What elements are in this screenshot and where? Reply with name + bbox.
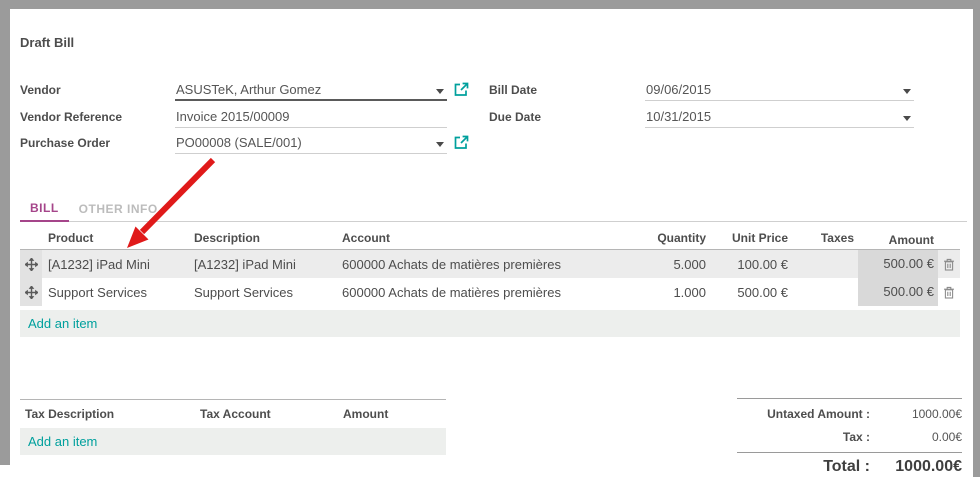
chevron-down-icon[interactable] — [903, 116, 911, 121]
vendor-field[interactable]: ASUSTeK, Arthur Gomez — [175, 80, 447, 101]
col-product: Product — [42, 231, 190, 245]
cell-quantity[interactable]: 1.000 — [635, 285, 710, 300]
bill-lines-header: Product Description Account Quantity Uni… — [20, 226, 960, 250]
col-tax-amount: Amount — [343, 407, 446, 421]
total-row: Total : 1000.00€ — [737, 458, 962, 476]
trash-icon[interactable] — [938, 278, 960, 306]
cell-unit-price[interactable]: 100.00 € — [710, 257, 792, 272]
cell-quantity[interactable]: 5.000 — [635, 257, 710, 272]
due-date-field[interactable]: 10/31/2015 — [645, 107, 914, 128]
backdrop-left — [0, 0, 10, 465]
handle-column-header — [20, 226, 42, 249]
page-title: Draft Bill — [20, 35, 74, 50]
add-item-link[interactable]: Add an item — [20, 310, 97, 337]
cell-description[interactable]: [A1232] iPad Mini — [190, 257, 338, 272]
drag-handle-icon[interactable] — [20, 250, 42, 278]
purchase-order-value: PO00008 (SALE/001) — [175, 133, 447, 150]
col-account: Account — [338, 231, 635, 245]
delete-column-header — [938, 226, 960, 249]
totals-panel: Untaxed Amount : 1000.00€ Tax : 0.00€ To… — [737, 398, 962, 476]
backdrop-top — [0, 0, 980, 9]
due-date-value: 10/31/2015 — [645, 107, 914, 124]
bill-date-label: Bill Date — [489, 83, 537, 97]
screen: Draft Bill Vendor ASUSTeK, Arthur Gomez … — [0, 0, 980, 477]
drag-handle-icon[interactable] — [20, 278, 42, 306]
cell-description[interactable]: Support Services — [190, 285, 338, 300]
cell-account[interactable]: 600000 Achats de matières premières — [338, 285, 635, 300]
tab-other-info[interactable]: OTHER INFO — [69, 198, 168, 221]
chevron-down-icon[interactable] — [903, 89, 911, 94]
external-link-icon[interactable] — [454, 135, 469, 150]
trash-icon[interactable] — [938, 250, 960, 278]
total-label: Total : — [737, 458, 880, 476]
backdrop-right — [973, 0, 980, 477]
untaxed-amount-row: Untaxed Amount : 1000.00€ — [737, 407, 962, 421]
vendor-reference-value: Invoice 2015/00009 — [175, 107, 447, 124]
tax-table: Tax Description Tax Account Amount Add a… — [20, 399, 446, 455]
untaxed-amount-label: Untaxed Amount : — [737, 407, 880, 421]
external-link-icon[interactable] — [454, 82, 469, 97]
cell-unit-price[interactable]: 500.00 € — [710, 285, 792, 300]
cell-product[interactable]: Support Services — [42, 285, 190, 300]
table-row[interactable]: Support Services Support Services 600000… — [20, 278, 960, 306]
tax-add-item-row: Add an item — [20, 428, 446, 455]
vendor-reference-label: Vendor Reference — [20, 110, 122, 124]
col-unit-price: Unit Price — [710, 231, 792, 245]
totals-divider — [737, 452, 962, 453]
vendor-value: ASUSTeK, Arthur Gomez — [175, 80, 447, 97]
cell-product[interactable]: [A1232] iPad Mini — [42, 257, 190, 272]
table-row[interactable]: [A1232] iPad Mini [A1232] iPad Mini 6000… — [20, 250, 960, 278]
add-item-link[interactable]: Add an item — [20, 428, 97, 455]
tax-value: 0.00€ — [880, 430, 962, 444]
vendor-label: Vendor — [20, 83, 61, 97]
untaxed-amount-value: 1000.00€ — [880, 407, 962, 421]
bill-add-item-row: Add an item — [20, 310, 960, 337]
tax-row: Tax : 0.00€ — [737, 430, 962, 444]
notebook-tabs: BILL OTHER INFO — [20, 200, 967, 222]
total-value: 1000.00€ — [880, 458, 962, 476]
chevron-down-icon[interactable] — [436, 142, 444, 147]
col-taxes: Taxes — [792, 231, 858, 245]
bill-lines-table: Product Description Account Quantity Uni… — [20, 226, 960, 306]
bill-date-field[interactable]: 09/06/2015 — [645, 80, 914, 101]
chevron-down-icon[interactable] — [436, 89, 444, 94]
tab-bill[interactable]: BILL — [20, 197, 69, 222]
draft-bill-form: Draft Bill Vendor ASUSTeK, Arthur Gomez … — [10, 9, 968, 477]
col-tax-description: Tax Description — [20, 407, 200, 421]
col-description: Description — [190, 231, 338, 245]
cell-amount: 500.00 € — [858, 250, 938, 278]
purchase-order-field[interactable]: PO00008 (SALE/001) — [175, 133, 447, 154]
tax-table-header: Tax Description Tax Account Amount — [20, 400, 446, 428]
vendor-reference-field[interactable]: Invoice 2015/00009 — [175, 107, 447, 128]
purchase-order-label: Purchase Order — [20, 136, 110, 150]
col-tax-account: Tax Account — [200, 407, 343, 421]
bill-date-value: 09/06/2015 — [645, 80, 914, 97]
col-quantity: Quantity — [635, 231, 710, 245]
cell-amount: 500.00 € — [858, 278, 938, 306]
cell-account[interactable]: 600000 Achats de matières premières — [338, 257, 635, 272]
due-date-label: Due Date — [489, 110, 541, 124]
col-amount: Amount — [858, 226, 938, 249]
tax-label: Tax : — [737, 430, 880, 444]
